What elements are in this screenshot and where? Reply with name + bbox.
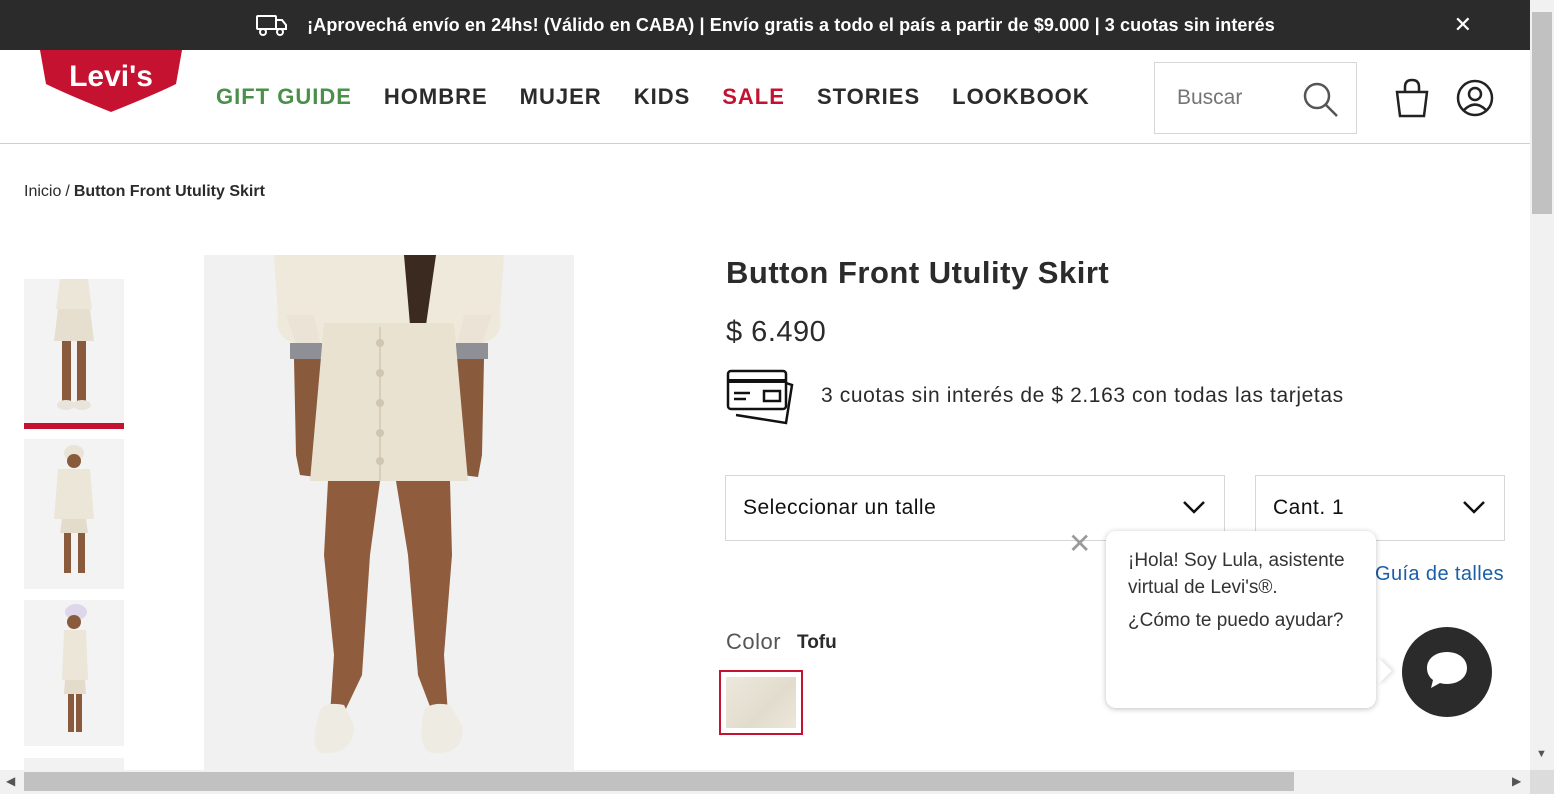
breadcrumb-separator: / (65, 183, 70, 200)
site-header: Levi's R GIFT GUIDE HOMBRE MUJER KIDS SA… (0, 49, 1530, 144)
nav-kids[interactable]: KIDS (634, 84, 691, 110)
nav-stories[interactable]: STORIES (817, 84, 920, 110)
close-icon[interactable]: ✕ (1454, 13, 1472, 37)
scroll-left-arrow-icon[interactable]: ◀ (6, 774, 15, 788)
color-label: Color (726, 629, 782, 654)
svg-text:R: R (163, 53, 171, 65)
chevron-down-icon (1462, 499, 1486, 520)
color-swatch-tofu[interactable] (719, 670, 803, 735)
svg-text:Levi's: Levi's (69, 60, 153, 93)
scroll-right-arrow-icon[interactable]: ▶ (1512, 774, 1521, 788)
bag-icon[interactable] (1392, 78, 1432, 123)
quantity-select-label: Cant. 1 (1273, 496, 1345, 519)
truck-icon (255, 13, 289, 37)
user-icon[interactable] (1456, 79, 1494, 122)
product-price: $ 6.490 (726, 316, 827, 348)
product-thumbnail-4[interactable] (24, 758, 124, 770)
breadcrumb: Inicio / Button Front Utulity Skirt (24, 183, 265, 201)
swatch-image (726, 677, 796, 728)
vertical-scrollbar-thumb[interactable] (1532, 12, 1552, 214)
nav-gift-guide[interactable]: GIFT GUIDE (216, 84, 352, 110)
product-thumbnail-1[interactable] (24, 279, 124, 429)
size-guide-link[interactable]: Guía de talles (1375, 563, 1504, 586)
product-thumbnail-2[interactable] (24, 439, 124, 589)
product-main-image[interactable] (204, 255, 574, 770)
chat-bubble-icon (1423, 648, 1471, 697)
chat-greeting: ¡Hola! Soy Lula, asistente virtual de Le… (1128, 550, 1345, 598)
horizontal-scrollbar-thumb[interactable] (24, 772, 1294, 791)
nav-lookbook[interactable]: LOOKBOOK (952, 84, 1090, 110)
scrollbar-corner (1530, 770, 1554, 794)
search-icon[interactable] (1302, 81, 1340, 124)
promo-text: ¡Aprovechá envío en 24hs! (Válido en CAB… (307, 14, 1275, 35)
search-box (1154, 62, 1357, 134)
levis-logo[interactable]: Levi's R (36, 49, 186, 114)
breadcrumb-current: Button Front Utulity Skirt (73, 183, 265, 200)
size-select-label: Seleccionar un talle (743, 496, 937, 519)
product-title: Button Front Utulity Skirt (726, 255, 1110, 290)
installments-text: 3 cuotas sin interés de $ 2.163 con toda… (821, 384, 1344, 407)
chat-question: ¿Cómo te puedo ayudar? (1128, 610, 1344, 631)
search-input[interactable] (1177, 86, 1307, 110)
chat-button[interactable] (1402, 627, 1492, 717)
credit-card-icon (726, 369, 796, 430)
chat-bubble[interactable]: ¡Hola! Soy Lula, asistente virtual de Le… (1106, 531, 1376, 708)
scroll-down-arrow-icon[interactable]: ▼ (1536, 748, 1547, 760)
nav-hombre[interactable]: HOMBRE (384, 84, 488, 110)
chat-close-icon[interactable]: ✕ (1068, 530, 1091, 558)
chevron-down-icon (1182, 499, 1206, 520)
promo-bar: ¡Aprovechá envío en 24hs! (Válido en CAB… (0, 0, 1530, 50)
breadcrumb-home[interactable]: Inicio (24, 183, 61, 200)
color-value: Tofu (797, 632, 837, 653)
nav-mujer[interactable]: MUJER (520, 84, 602, 110)
main-nav: GIFT GUIDE HOMBRE MUJER KIDS SALE STORIE… (216, 84, 1122, 110)
nav-sale[interactable]: SALE (722, 84, 785, 110)
product-thumbnail-3[interactable] (24, 600, 124, 746)
